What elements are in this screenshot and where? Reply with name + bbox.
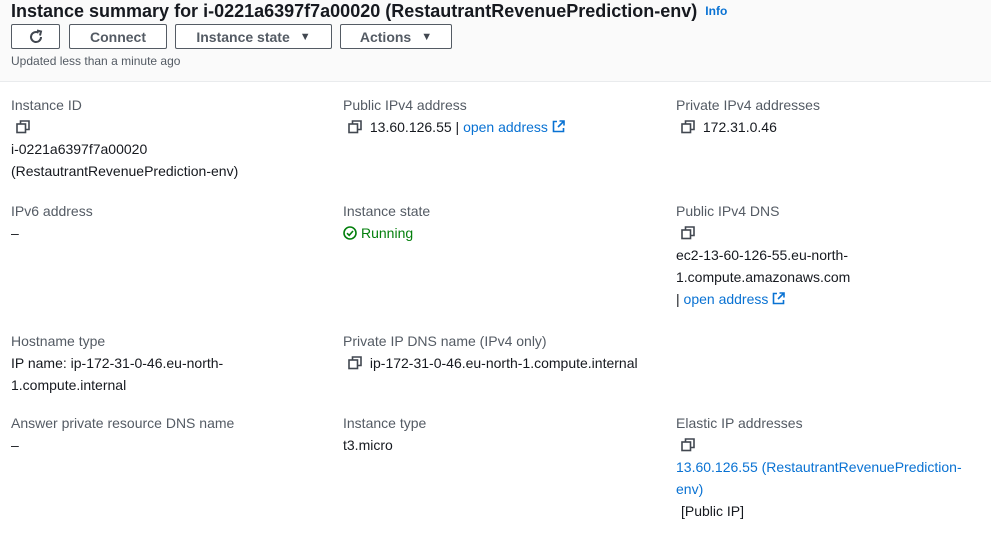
open-address-label: open address <box>463 119 548 135</box>
open-address-label: open address <box>683 291 769 307</box>
copy-icon <box>681 438 695 452</box>
actions-dropdown-label: Actions <box>359 28 412 45</box>
field-label: Hostname type <box>11 333 106 349</box>
copy-button[interactable] <box>681 119 699 135</box>
field-label: Answer private resource DNS name <box>11 415 235 431</box>
open-address-link[interactable]: open address <box>463 119 565 135</box>
elastic-ip-note: [Public IP] <box>681 503 745 519</box>
field-label: Private IP DNS name (IPv4 only) <box>343 333 547 349</box>
hostname-type-field: Hostname type IP name: ip-172-31-0-46.eu… <box>11 330 223 396</box>
ipv6-value: – <box>11 225 19 241</box>
connect-button[interactable]: Connect <box>69 24 167 49</box>
copy-icon <box>681 226 695 240</box>
hostname-type-value-cont: 1.compute.internal <box>11 377 127 393</box>
separator: | <box>455 119 460 135</box>
field-label: IPv6 address <box>11 203 93 219</box>
instance-state-dropdown[interactable]: Instance state ▼ <box>175 24 332 49</box>
page-title: Instance summary for i-0221a6397f7a00020… <box>11 0 727 22</box>
instance-id-value: i-0221a6397f7a00020 <box>11 141 148 157</box>
hostname-type-value: IP name: ip-172-31-0-46.eu-north- <box>11 355 224 371</box>
public-dns-value: ec2-13-60-126-55.eu-north- <box>676 247 848 263</box>
connect-button-label: Connect <box>90 28 146 45</box>
field-label: Instance type <box>343 415 427 431</box>
field-label: Elastic IP addresses <box>676 415 803 431</box>
copy-icon <box>681 120 695 134</box>
caret-down-icon: ▼ <box>299 30 311 43</box>
open-address-link[interactable]: open address <box>684 291 786 307</box>
instance-type-value: t3.micro <box>343 437 393 453</box>
public-ipv4-field: Public IPv4 address 13.60.126.55 | open … <box>343 94 565 138</box>
separator: | <box>676 291 680 307</box>
public-dns-value-cont: 1.compute.amazonaws.com <box>676 269 851 285</box>
info-link[interactable]: Info <box>705 4 727 18</box>
private-ipv4-field: Private IPv4 addresses 172.31.0.46 <box>676 94 820 138</box>
refresh-button[interactable] <box>11 24 60 49</box>
actions-dropdown[interactable]: Actions ▼ <box>340 24 452 49</box>
caret-down-icon: ▼ <box>421 30 433 43</box>
check-circle-icon <box>343 226 357 240</box>
copy-button[interactable] <box>681 434 962 456</box>
external-link-icon <box>552 120 565 133</box>
ipv6-field: IPv6 address – <box>11 200 93 244</box>
elastic-ip-link-text: 13.60.126.55 (RestautrantRevenuePredicti… <box>676 459 962 475</box>
public-ipv4-value: 13.60.126.55 <box>369 119 452 135</box>
copy-icon <box>348 120 362 134</box>
private-ipv4-value: 172.31.0.46 <box>702 119 777 135</box>
elastic-ip-link[interactable]: 13.60.126.55 (RestautrantRevenuePredicti… <box>676 456 962 500</box>
field-label: Instance state <box>343 203 431 219</box>
field-label: Public IPv4 DNS <box>676 203 780 219</box>
external-link-icon <box>773 292 786 305</box>
instance-state-value: Running <box>361 225 414 241</box>
page-title-text: Instance summary for i-0221a6397f7a00020… <box>11 1 698 21</box>
refresh-icon <box>29 29 42 43</box>
answer-dns-field: Answer private resource DNS name – <box>11 412 234 456</box>
copy-button[interactable] <box>348 355 366 371</box>
elastic-ip-link-text-cont: env) <box>676 481 704 497</box>
copy-icon <box>16 120 30 134</box>
summary-header: Instance summary for i-0221a6397f7a00020… <box>0 0 991 82</box>
public-dns-field: Public IPv4 DNS ec2-13-60-126-55.eu-nort… <box>676 200 850 310</box>
copy-button[interactable] <box>16 116 238 138</box>
field-label: Public IPv4 address <box>343 97 467 113</box>
elastic-ip-field: Elastic IP addresses 13.60.126.55 (Resta… <box>676 412 962 522</box>
instance-id-name: (RestautrantRevenuePrediction-env) <box>11 163 239 179</box>
instance-state-field: Instance state Running <box>343 200 430 244</box>
copy-button[interactable] <box>681 222 850 244</box>
updated-text: Updated less than a minute ago <box>11 54 181 68</box>
instance-type-field: Instance type t3.micro <box>343 412 426 456</box>
instance-state-dropdown-label: Instance state <box>196 28 290 45</box>
private-dns-field: Private IP DNS name (IPv4 only) ip-172-3… <box>343 330 638 374</box>
answer-dns-value: – <box>11 437 19 453</box>
field-label: Private IPv4 addresses <box>676 97 820 113</box>
status-badge: Running <box>343 222 430 244</box>
field-label: Instance ID <box>11 97 82 113</box>
private-dns-value: ip-172-31-0-46.eu-north-1.compute.intern… <box>369 355 638 371</box>
copy-icon <box>348 356 362 370</box>
instance-id-field: Instance ID i-0221a6397f7a00020 (Restaut… <box>11 94 238 182</box>
copy-button[interactable] <box>348 119 366 135</box>
